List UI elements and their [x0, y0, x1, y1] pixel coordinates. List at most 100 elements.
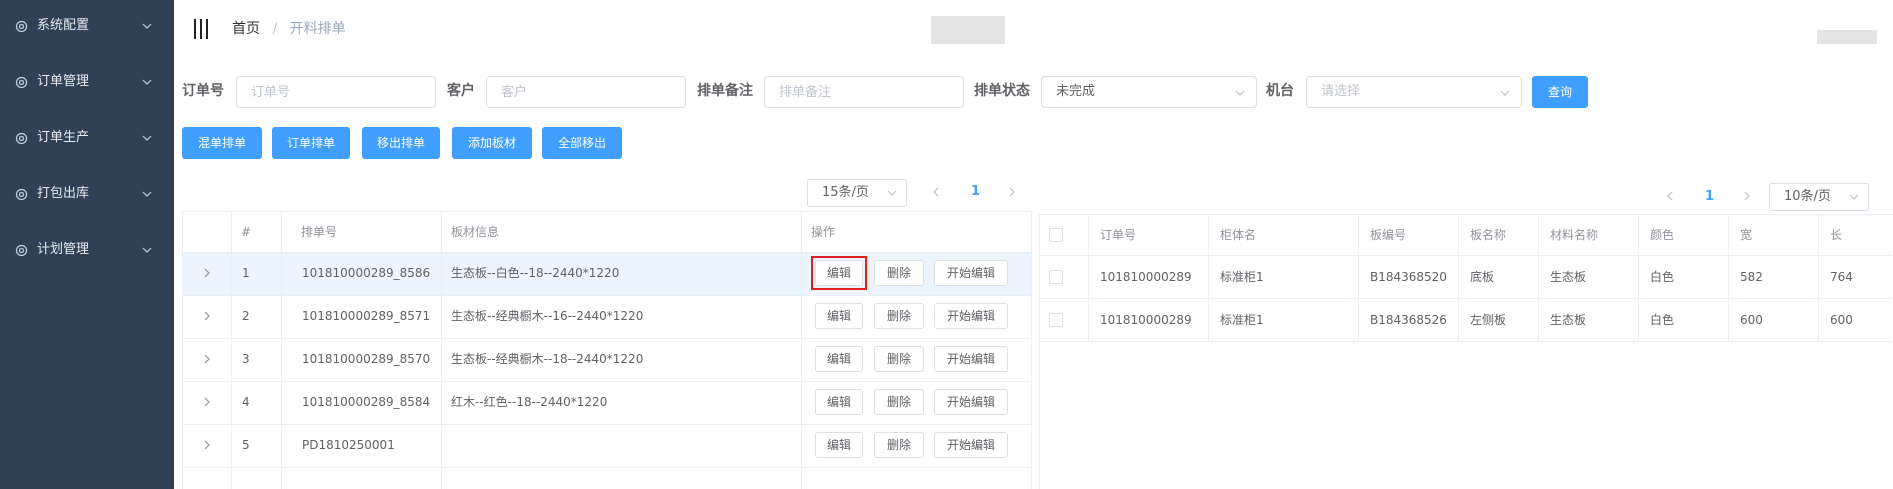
row-board-info: 红木--红色--18--2440*1220: [451, 395, 608, 409]
customer-input[interactable]: [486, 76, 686, 108]
row-cabinet-name: 标准柜1: [1220, 270, 1264, 284]
row-index: 2: [242, 309, 250, 323]
header-index: #: [241, 225, 252, 239]
start-edit-button[interactable]: 开始编辑: [934, 346, 1008, 372]
select-all-checkbox[interactable]: [1049, 228, 1063, 242]
start-edit-button[interactable]: 开始编辑: [934, 260, 1008, 286]
mixed-schedule-button[interactable]: 混单排单: [182, 127, 262, 159]
header-cabinet-name: 柜体名: [1220, 228, 1257, 242]
order-no-label: 订单号: [182, 83, 224, 99]
machine-select[interactable]: 请选择: [1306, 76, 1522, 108]
board-detail-table: 订单号 柜体名 板编号 板名称 材料名称 颜色 宽 长 101810000289…: [1039, 214, 1893, 489]
sidebar-item-label: 打包出库: [37, 186, 90, 201]
hamburger-menu-icon[interactable]: [194, 19, 210, 39]
expand-arrow-icon[interactable]: [202, 397, 212, 407]
chevron-down-icon: [1500, 90, 1510, 96]
row-length: 600: [1830, 313, 1853, 327]
remark-input[interactable]: [764, 76, 964, 108]
row-schedule-no: PD1810250001: [302, 438, 395, 452]
prev-page-icon[interactable]: [1664, 190, 1676, 202]
status-select[interactable]: 未完成: [1041, 76, 1257, 108]
next-page-icon[interactable]: [1006, 186, 1018, 198]
breadcrumb-home[interactable]: 首页: [232, 21, 260, 37]
row-board-name: 底板: [1470, 270, 1495, 284]
row-checkbox[interactable]: [1049, 313, 1063, 327]
status-select-value: 未完成: [1056, 84, 1096, 99]
remove-schedule-button[interactable]: 移出排单: [362, 127, 440, 159]
row-order-no: 101810000289: [1100, 270, 1192, 284]
chevron-down-icon: [142, 247, 152, 253]
sidebar-item-label: 计划管理: [37, 242, 90, 257]
header-schedule-no: 排单号: [301, 225, 338, 239]
header-color: 颜色: [1650, 228, 1675, 242]
row-index: 3: [242, 352, 250, 366]
remark-label: 排单备注: [697, 83, 753, 99]
sidebar-item-plan-management[interactable]: 计划管理: [0, 225, 174, 275]
chevron-down-icon: [142, 191, 152, 197]
start-edit-button[interactable]: 开始编辑: [934, 389, 1008, 415]
redacted-user-avatar[interactable]: [1817, 30, 1877, 44]
left-page-size-select[interactable]: 15条/页: [807, 179, 907, 207]
row-color: 白色: [1650, 270, 1675, 284]
edit-button[interactable]: 编辑: [815, 303, 863, 329]
next-page-icon[interactable]: [1741, 190, 1753, 202]
edit-button-highlight: [811, 256, 867, 290]
expand-arrow-icon[interactable]: [202, 440, 212, 450]
sidebar-item-pack-outbound[interactable]: 打包出库: [0, 169, 174, 219]
customer-label: 客户: [447, 83, 475, 99]
gear-icon: [15, 20, 28, 33]
edit-button[interactable]: 编辑: [815, 432, 863, 458]
delete-button[interactable]: 删除: [874, 303, 924, 329]
row-checkbox[interactable]: [1049, 270, 1063, 284]
prev-page-icon[interactable]: [930, 186, 942, 198]
remove-all-button[interactable]: 全部移出: [542, 127, 622, 159]
delete-button[interactable]: 删除: [874, 260, 924, 286]
row-material-name: 生态板: [1550, 270, 1587, 284]
sidebar-item-label: 系统配置: [37, 18, 90, 33]
query-button[interactable]: 查询: [1532, 76, 1588, 108]
add-board-button[interactable]: 添加板材: [452, 127, 532, 159]
order-schedule-button[interactable]: 订单排单: [272, 127, 350, 159]
left-current-page[interactable]: 1: [971, 184, 980, 200]
header-operation: 操作: [811, 225, 836, 239]
delete-button[interactable]: 删除: [874, 389, 924, 415]
page-size-value: 10条/页: [1784, 189, 1831, 204]
row-index: 5: [242, 438, 250, 452]
sidebar-item-label: 订单管理: [37, 74, 90, 89]
row-schedule-no: 101810000289_8570: [302, 352, 431, 366]
row-schedule-no: 101810000289_8571: [302, 309, 431, 323]
delete-button[interactable]: 删除: [874, 432, 924, 458]
gear-icon: [15, 76, 28, 89]
sidebar-item-system-config[interactable]: 系统配置: [0, 1, 174, 51]
expand-arrow-icon[interactable]: [202, 354, 212, 364]
delete-button[interactable]: 删除: [874, 346, 924, 372]
header-board-no: 板编号: [1370, 228, 1407, 242]
row-board-no: B184368526: [1370, 313, 1447, 327]
right-page-size-select[interactable]: 10条/页: [1769, 183, 1869, 211]
edit-button[interactable]: 编辑: [815, 346, 863, 372]
sidebar-item-order-production[interactable]: 订单生产: [0, 113, 174, 163]
sidebar-item-order-management[interactable]: 订单管理: [0, 57, 174, 107]
machine-label: 机台: [1266, 83, 1294, 99]
chevron-down-icon: [142, 79, 152, 85]
gear-icon: [15, 188, 28, 201]
expand-arrow-icon[interactable]: [202, 311, 212, 321]
right-current-page[interactable]: 1: [1705, 189, 1714, 205]
header-width: 宽: [1740, 228, 1753, 242]
header-order-no: 订单号: [1100, 228, 1137, 242]
row-color: 白色: [1650, 313, 1675, 327]
edit-button[interactable]: 编辑: [815, 389, 863, 415]
start-edit-button[interactable]: 开始编辑: [934, 432, 1008, 458]
start-edit-button[interactable]: 开始编辑: [934, 303, 1008, 329]
breadcrumb: 首页 / 开料排单: [232, 20, 346, 38]
expand-arrow-icon[interactable]: [202, 268, 212, 278]
row-board-no: B184368520: [1370, 270, 1447, 284]
chevron-down-icon: [1849, 194, 1859, 200]
row-board-info: 生态板--经典橱木--18--2440*1220: [451, 352, 644, 366]
header-board-info: 板材信息: [451, 225, 500, 239]
gear-icon: [15, 132, 28, 145]
order-no-input[interactable]: [236, 76, 436, 108]
chevron-down-icon: [142, 135, 152, 141]
row-schedule-no: 101810000289_8586: [302, 266, 431, 280]
header-board-name: 板名称: [1470, 228, 1507, 242]
